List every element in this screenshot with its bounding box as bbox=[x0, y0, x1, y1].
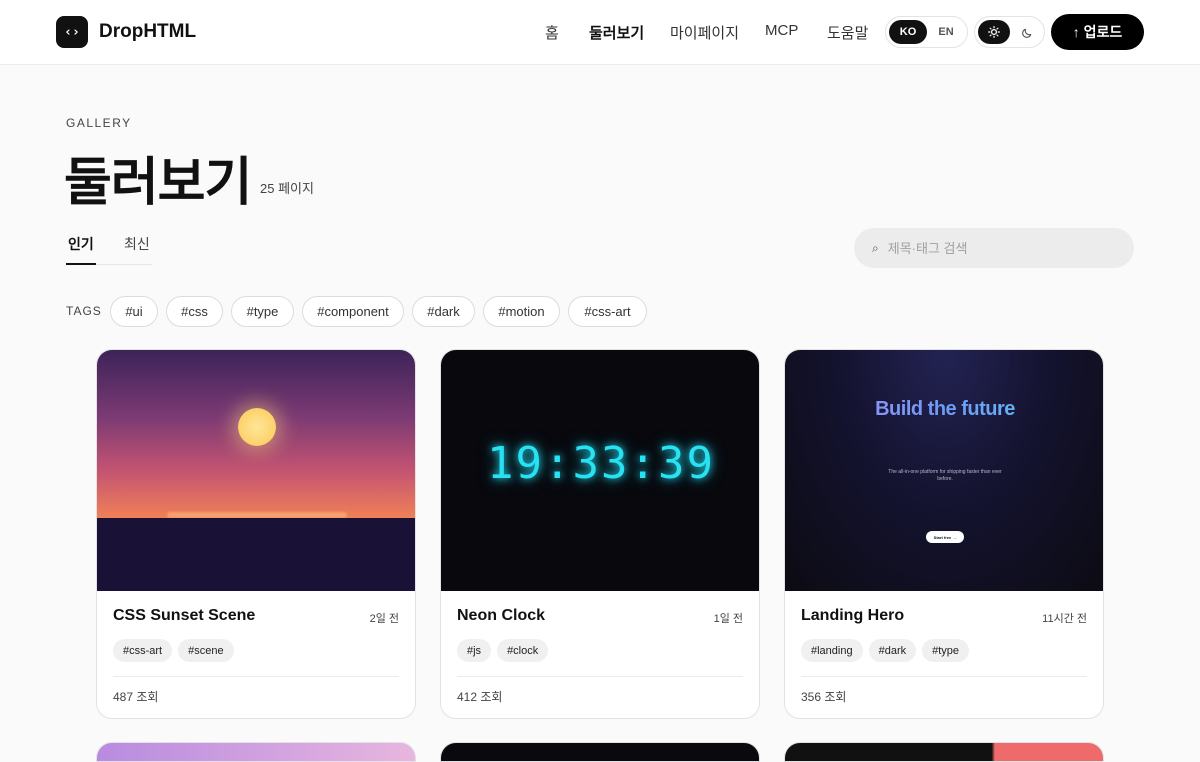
preview-cta-button: Start free → bbox=[926, 531, 964, 543]
card-tag[interactable]: #type bbox=[922, 639, 970, 662]
card-tag[interactable]: #scene bbox=[178, 639, 234, 662]
page-title: 둘러보기 bbox=[64, 154, 252, 212]
tag-chip[interactable]: #css-art bbox=[568, 296, 647, 327]
gallery-card[interactable]: 19:33:39 Neon Clock 1일 전 #js #clock 412 … bbox=[440, 349, 760, 719]
gallery-card[interactable]: Build the future The all-in-one platform… bbox=[784, 349, 1104, 719]
preview-subtitle: The all-in-one platform for shipping fas… bbox=[888, 469, 1002, 482]
nav-explore[interactable]: 둘러보기 bbox=[589, 22, 644, 43]
card-tags: #css-art #scene bbox=[113, 639, 240, 662]
card-divider bbox=[113, 676, 399, 677]
tags-label: TAGS bbox=[66, 304, 102, 318]
sort-tabs: 인기 최신 bbox=[66, 232, 152, 265]
card-title[interactable]: Neon Clock bbox=[457, 607, 545, 625]
card-tag[interactable]: #clock bbox=[497, 639, 549, 662]
card-title[interactable]: Landing Hero bbox=[801, 607, 904, 625]
gallery-card[interactable]: CSS Sunset Scene 2일 전 #css-art #scene 48… bbox=[96, 349, 416, 719]
card-views: 487 조회 bbox=[113, 690, 159, 704]
card-views: 356 조회 bbox=[801, 690, 847, 704]
card-title[interactable]: CSS Sunset Scene bbox=[113, 607, 255, 625]
card-tags: #landing #dark #type bbox=[801, 639, 975, 662]
card-preview-clock[interactable]: 19:33:39 bbox=[441, 350, 759, 591]
card-tag[interactable]: #css-art bbox=[113, 639, 173, 662]
card-tag[interactable]: #landing bbox=[801, 639, 863, 662]
lang-en-button[interactable]: EN bbox=[927, 20, 965, 44]
card-divider bbox=[801, 676, 1087, 677]
lang-ko-button[interactable]: KO bbox=[889, 20, 927, 44]
preview-heading: Build the future bbox=[785, 398, 1103, 421]
tag-chip[interactable]: #type bbox=[231, 296, 294, 327]
card-preview-landing[interactable]: Build the future The all-in-one platform… bbox=[785, 350, 1103, 591]
tag-chip[interactable]: #css bbox=[166, 296, 223, 327]
card-tag[interactable]: #js bbox=[457, 639, 492, 662]
top-header: ‹› DropHTML 홈 둘러보기 마이페이지 MCP 도움말 KO EN ↑… bbox=[0, 0, 1200, 65]
gallery-card-peek[interactable] bbox=[440, 742, 760, 762]
card-timestamp: 2일 전 bbox=[369, 613, 399, 625]
upload-button[interactable]: ↑ 업로드 bbox=[1051, 14, 1144, 50]
nav-home[interactable]: 홈 bbox=[545, 22, 559, 43]
brand-name: DropHTML bbox=[99, 21, 197, 42]
gallery-card-peek[interactable] bbox=[784, 742, 1104, 762]
page-count: 25 페이지 bbox=[260, 181, 314, 196]
tag-chip[interactable]: #component bbox=[302, 296, 404, 327]
nav-mypage[interactable]: 마이페이지 bbox=[670, 22, 739, 43]
dark-mode-button[interactable] bbox=[1011, 20, 1043, 44]
sun-icon bbox=[988, 26, 1000, 38]
tag-chip[interactable]: #motion bbox=[483, 296, 560, 327]
card-tag[interactable]: #dark bbox=[868, 639, 917, 662]
tag-chip[interactable]: #dark bbox=[412, 296, 475, 327]
tab-popular[interactable]: 인기 bbox=[68, 234, 94, 254]
search-icon: ⌕ bbox=[872, 240, 879, 255]
card-timestamp: 11시간 전 bbox=[1042, 613, 1087, 625]
gallery-card-peek[interactable] bbox=[96, 742, 416, 762]
page-eyebrow: GALLERY bbox=[66, 116, 132, 130]
logo[interactable]: ‹› DropHTML bbox=[56, 16, 196, 48]
neon-clock-display: 19:33:39 bbox=[487, 438, 715, 489]
card-timestamp: 1일 전 bbox=[713, 613, 743, 625]
moon-icon bbox=[1021, 28, 1031, 38]
search-input[interactable] bbox=[887, 240, 1108, 256]
card-tags: #js #clock bbox=[457, 639, 554, 662]
code-brackets-icon: ‹› bbox=[56, 16, 88, 48]
nav-mcp[interactable]: MCP bbox=[765, 22, 798, 39]
nav-help[interactable]: 도움말 bbox=[827, 22, 868, 43]
card-views: 412 조회 bbox=[457, 690, 503, 704]
preview-sea bbox=[97, 518, 415, 591]
light-mode-button[interactable] bbox=[978, 20, 1010, 44]
active-tab-indicator bbox=[66, 263, 96, 265]
sun-graphic bbox=[238, 408, 276, 446]
theme-toggle bbox=[974, 16, 1045, 48]
language-toggle: KO EN bbox=[885, 16, 968, 48]
tag-chip[interactable]: #ui bbox=[110, 296, 158, 327]
search-box: ⌕ bbox=[854, 228, 1134, 268]
card-divider bbox=[457, 676, 743, 677]
tab-latest[interactable]: 최신 bbox=[124, 234, 150, 254]
card-preview-sunset[interactable] bbox=[97, 350, 415, 591]
